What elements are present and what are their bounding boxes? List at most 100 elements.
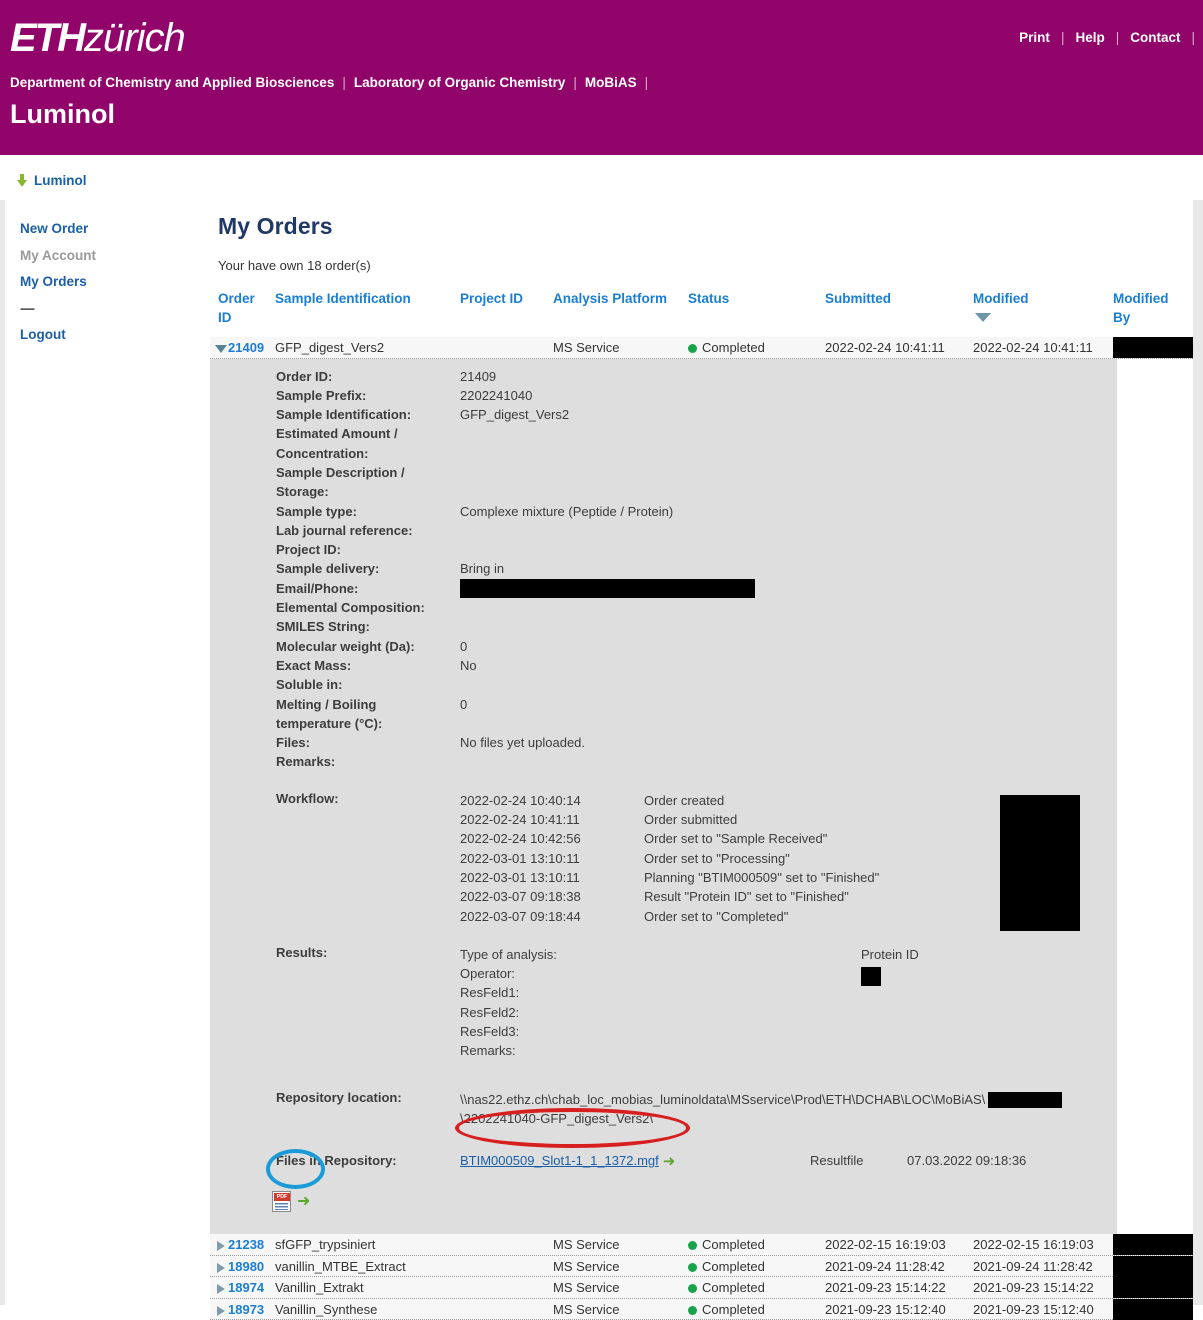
cell-order-id[interactable]: 21238 <box>228 1236 264 1253</box>
column-header-sample-identification[interactable]: Sample Identification <box>275 289 455 308</box>
column-header-modified[interactable]: Modified <box>973 289 1113 308</box>
sidebar-item-my-orders[interactable]: My Orders <box>20 269 210 296</box>
breadcrumb-department[interactable]: Department of Chemistry and Applied Bios… <box>10 75 334 90</box>
workflow-entry: 2022-03-07 09:18:44 Order set to "Complet… <box>210 907 1117 926</box>
detail-field-sample-delivery: Sample delivery: Bring in <box>210 559 1117 578</box>
table-row[interactable]: 18980 vanillin_MTBE_Extract MS Service C… <box>210 1255 1193 1278</box>
detail-field-concentration: Concentration: <box>210 444 1117 463</box>
table-row[interactable]: 21238 sfGFP_trypsiniert MS Service Compl… <box>210 1234 1193 1256</box>
detail-value: 21409 <box>460 368 497 384</box>
cell-analysis-platform: MS Service <box>553 1280 620 1296</box>
detail-field-lab-journal-reference: Lab journal reference: <box>210 521 1117 540</box>
order-detail-panel: Order ID: 21409 Sample Prefix: 2202241040 … <box>210 358 1117 1235</box>
expand-triangle-icon[interactable] <box>217 1241 225 1252</box>
results-section: Results: Type of analysis: Protein ID Ope… <box>210 945 1117 1061</box>
detail-value: 0 <box>460 638 468 654</box>
repository-file-name: BTIM000509_Slot1-1_1_1372.mgf <box>460 1153 659 1169</box>
detail-field-exact-mass: Exact Mass: No <box>210 656 1117 675</box>
repository-file-link[interactable]: BTIM000509_Slot1-1_1_1372.mgf ➜ <box>460 1151 675 1171</box>
cell-submitted: 2021-09-24 11:28:42 <box>825 1258 945 1274</box>
workflow-section: Workflow: 2022-02-24 10:40:14 Order creat… <box>210 791 1117 931</box>
sidebar-divider: ---- <box>20 300 35 316</box>
workflow-text: Order set to "Sample Received" <box>644 831 828 847</box>
right-rail <box>1193 200 1203 1305</box>
cell-order-id[interactable]: 18974 <box>228 1279 264 1296</box>
detail-label: Order ID: <box>276 368 333 384</box>
workflow-text: Order submitted <box>644 812 738 828</box>
repository-path-1: \\nas22.ethz.ch\chab_loc_mobias_luminold… <box>460 1091 986 1107</box>
cell-modified: 2021-09-24 11:28:42 <box>973 1258 1093 1274</box>
cell-order-id[interactable]: 21409 <box>228 339 264 356</box>
cell-submitted: 2022-02-24 10:41:11 <box>825 340 945 355</box>
sidebar-item-new-order[interactable]: New Order <box>20 216 210 243</box>
table-row[interactable]: 18973 Vanillin_Synthese MS Service Compl… <box>210 1298 1193 1320</box>
table-row[interactable]: 18974 Vanillin_Extrakt MS Service Comple… <box>210 1277 1193 1299</box>
detail-label: SMILES String: <box>276 619 370 635</box>
workflow-date: 2022-02-24 10:40:14 <box>460 792 581 808</box>
expand-triangle-icon[interactable] <box>217 1262 225 1273</box>
detail-label: Sample Prefix: <box>276 387 367 403</box>
workflow-user-redacted <box>1000 794 1080 931</box>
cell-order-id[interactable]: 18980 <box>228 1258 264 1275</box>
table-row[interactable]: 21409 GFP_digest_Vers2 MS Service Comple… <box>210 337 1193 359</box>
detail-label: Molecular weight (Da): <box>276 638 415 654</box>
column-header-submitted[interactable]: Submitted <box>825 289 965 308</box>
column-header-project-id[interactable]: Project ID <box>460 289 545 308</box>
expand-triangle-icon[interactable] <box>217 1284 225 1295</box>
repository-file-type: Resultfile <box>810 1153 864 1169</box>
download-arrow-icon[interactable]: ➜ <box>663 1152 676 1171</box>
pdf-download-arrow-icon[interactable]: ➜ <box>297 1194 310 1210</box>
email-phone-redacted <box>460 578 755 598</box>
sort-descending-icon[interactable] <box>975 313 991 322</box>
detail-value: 0 <box>460 696 468 712</box>
pdf-icon[interactable] <box>272 1191 291 1213</box>
results-key: ResFeld3: <box>460 1024 520 1039</box>
detail-label: Lab journal reference: <box>276 522 413 538</box>
print-link[interactable]: Print <box>1008 30 1061 45</box>
breadcrumb-mobias[interactable]: MoBiAS <box>585 75 637 90</box>
results-key: Operator: <box>460 966 515 982</box>
cell-modified-by-redacted <box>1113 337 1193 358</box>
workflow-entry: 2022-03-07 09:18:38 Result "Protein ID" s… <box>210 887 1117 906</box>
results-entry: ResFeld2: <box>210 1003 1117 1022</box>
cell-order-id[interactable]: 18973 <box>228 1301 264 1318</box>
column-header-status[interactable]: Status <box>688 289 788 308</box>
cell-sample-identification: GFP_digest_Vers2 <box>275 340 385 355</box>
workflow-entry: 2022-03-01 13:10:11 Order set to "Process… <box>210 849 1117 868</box>
page-title: My Orders <box>218 213 333 239</box>
workflow-text: Order set to "Processing" <box>644 850 790 866</box>
collapse-triangle-icon[interactable] <box>215 345 227 353</box>
workflow-date: 2022-03-07 09:18:44 <box>460 908 581 924</box>
column-header-modified-by[interactable]: Modified By <box>1113 289 1183 327</box>
workflow-date: 2022-03-07 09:18:38 <box>460 889 581 905</box>
sidebar-item-logout[interactable]: Logout <box>20 322 210 349</box>
breadcrumb-laboratory[interactable]: Laboratory of Organic Chemistry <box>354 75 566 90</box>
results-value: Protein ID <box>861 946 919 962</box>
workflow-text: Order set to "Completed" <box>644 908 789 924</box>
results-entry: Type of analysis: Protein ID <box>210 945 1117 964</box>
expand-triangle-icon[interactable] <box>217 1305 225 1316</box>
cell-analysis-platform: MS Service <box>553 1237 620 1253</box>
detail-field-sample-identification: Sample Identification: GFP_digest_Vers2 <box>210 405 1117 424</box>
help-link[interactable]: Help <box>1064 30 1115 45</box>
column-header-order-id[interactable]: Order ID <box>218 289 262 327</box>
tab-strip: Luminol <box>0 160 1203 200</box>
repository-location-section: Repository location: \\nas22.ethz.ch\cha… <box>210 1090 1117 1129</box>
down-arrow-icon <box>17 173 28 187</box>
page-body: New Order My Account My Orders ---- Logo… <box>0 200 1203 1320</box>
detail-label: Sample Identification: <box>276 407 412 423</box>
cell-submitted: 2022-02-15 16:19:03 <box>825 1237 946 1253</box>
cell-status: Completed <box>702 1258 765 1274</box>
workflow-date: 2022-03-01 13:10:11 <box>460 850 580 866</box>
detail-field-smiles-string: SMILES String: <box>210 617 1117 636</box>
cell-modified-by-redacted <box>1113 1277 1193 1299</box>
cell-status: Completed <box>702 1301 765 1317</box>
nav-separator: | <box>1191 30 1195 45</box>
workflow-date: 2022-02-24 10:42:56 <box>460 831 581 847</box>
detail-field-soluble-in: Soluble in: <box>210 675 1117 694</box>
tab-luminol[interactable]: Luminol <box>5 160 105 200</box>
contact-link[interactable]: Contact <box>1119 30 1191 45</box>
column-header-analysis-platform[interactable]: Analysis Platform <box>553 289 683 308</box>
detail-field-project-id: Project ID: <box>210 540 1117 559</box>
sidebar-item-my-account[interactable]: My Account <box>20 243 210 270</box>
